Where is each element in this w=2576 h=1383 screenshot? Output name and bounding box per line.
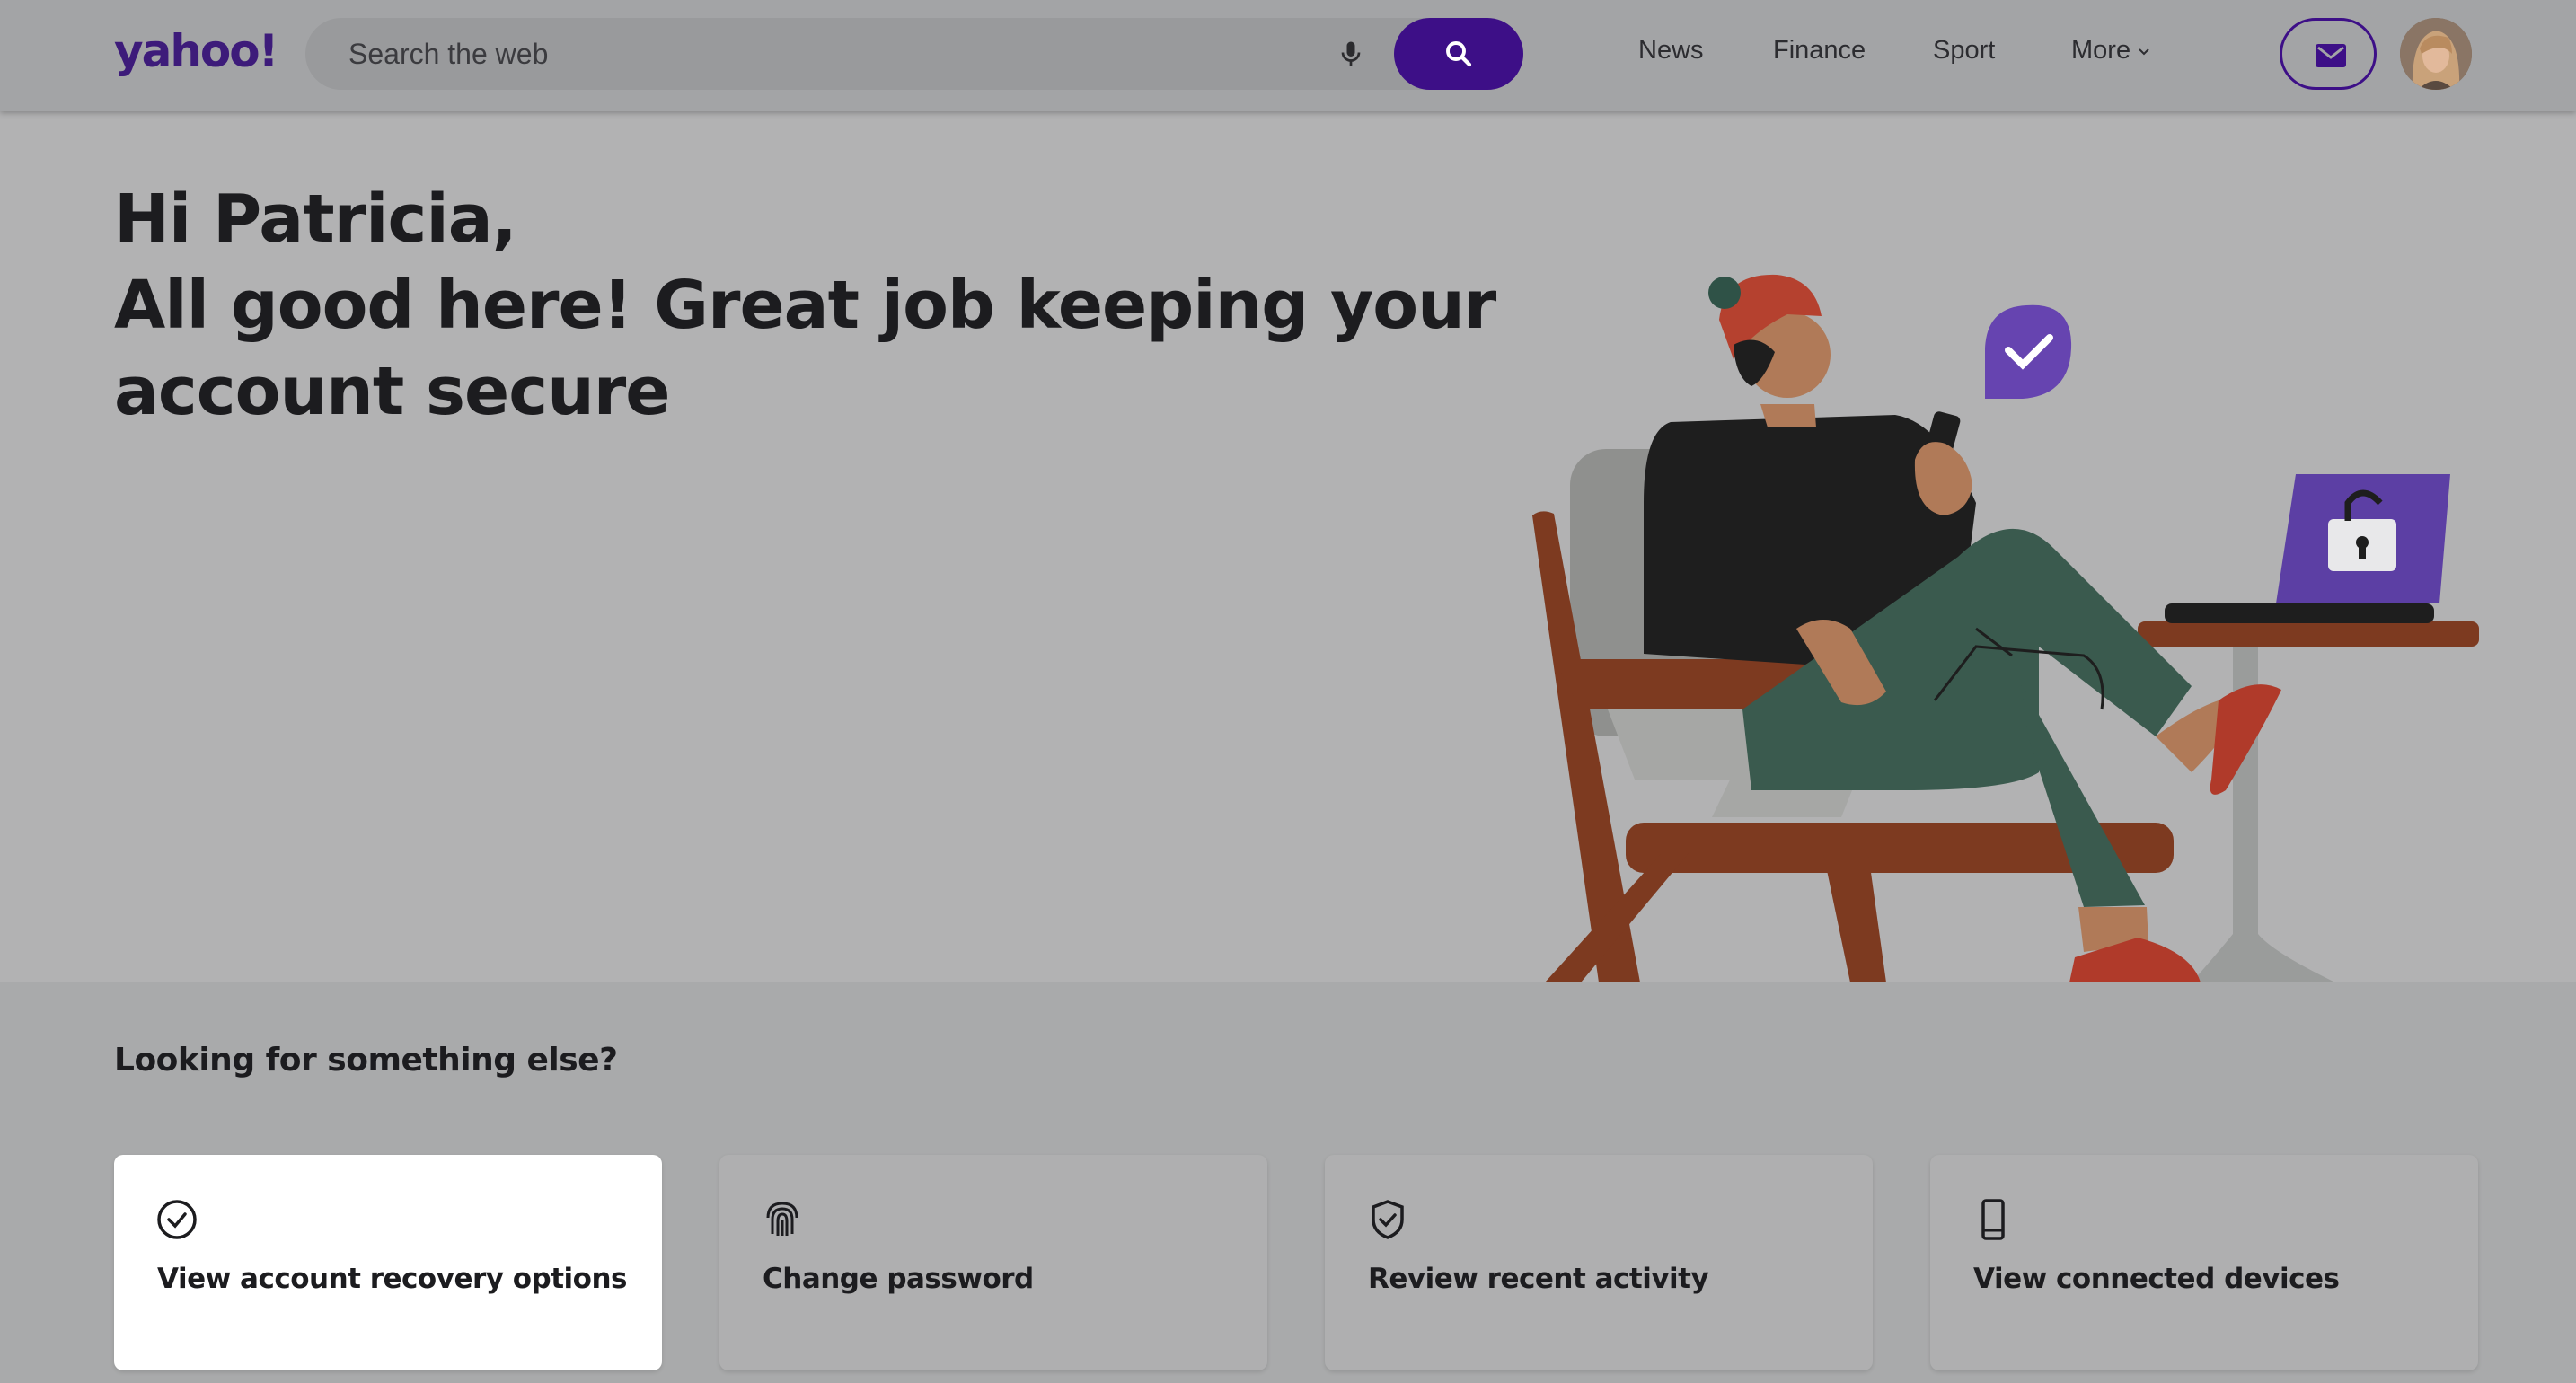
card-label: Change password [763,1263,1034,1295]
page-title: Hi Patricia, All good here! Great job ke… [114,176,1496,435]
recovery-options-card[interactable]: View account recovery options [114,1155,662,1370]
greeting-line-1: Hi Patricia, [114,181,517,258]
mail-icon [2316,44,2346,67]
greeting-line-3: account secure [114,353,670,430]
connected-devices-card[interactable]: View connected devices [1930,1155,2478,1370]
nav-more-label: More [2071,36,2131,65]
recent-activity-card[interactable]: Review recent activity [1325,1155,1873,1370]
nav-finance[interactable]: Finance [1773,36,1866,66]
search-icon [1446,41,1472,67]
hero-section: Hi Patricia, All good here! Great job ke… [0,111,2576,982]
nav-more[interactable]: More [2071,36,2150,66]
top-header: yahoo! News Finance Sport More [0,0,2576,111]
yahoo-logo[interactable]: yahoo! [114,25,278,77]
section-title: Looking for something else? [114,1042,618,1079]
search-input[interactable] [305,18,1311,90]
nav-news[interactable]: News [1638,36,1704,66]
nav-sport[interactable]: Sport [1933,36,1995,66]
greeting-line-2: All good here! Great job keeping your [114,267,1496,344]
shield-check-icon [1372,1200,1404,1239]
chevron-down-icon [2139,48,2149,56]
security-illustration [1532,274,2479,982]
card-label: View account recovery options [157,1263,628,1295]
check-circle-icon [157,1200,197,1239]
search-button[interactable] [1394,18,1523,90]
options-section: Looking for something else? View account… [0,982,2576,1383]
mail-button[interactable] [2280,18,2377,90]
card-label: View connected devices [1973,1263,2340,1295]
card-label: Review recent activity [1368,1263,1709,1295]
avatar[interactable] [2400,18,2472,90]
microphone-icon[interactable] [1335,38,1367,70]
change-password-card[interactable]: Change password [719,1155,1267,1370]
fingerprint-icon [766,1202,798,1236]
search-bar [305,18,1523,90]
phone-icon [1981,1199,2005,1240]
